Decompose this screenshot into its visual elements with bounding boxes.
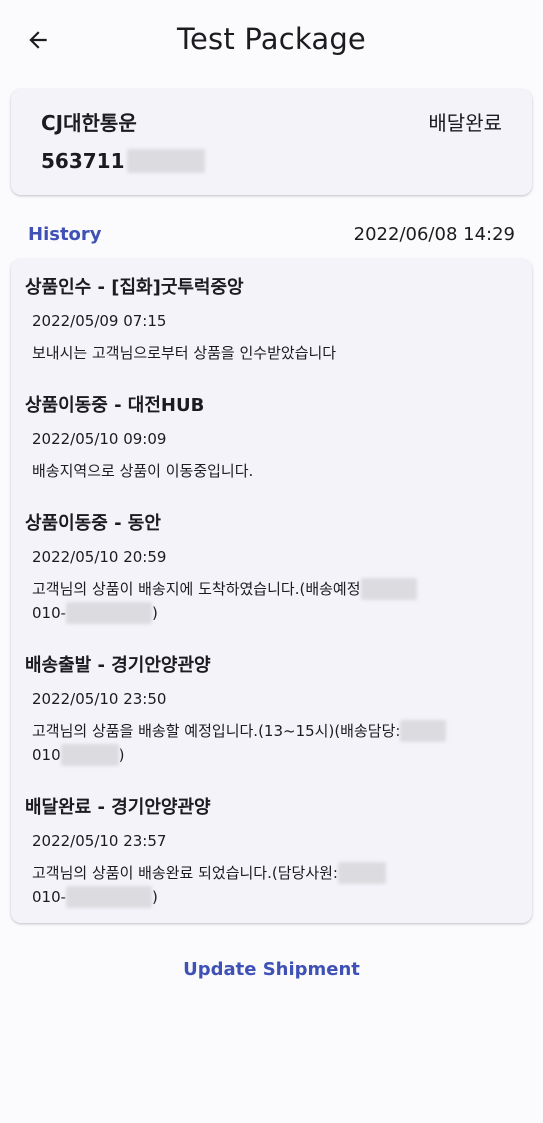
event-description: 고객님의 상품이 배송완료 되었습니다.(담당사원: 010- )	[32, 861, 518, 909]
redacted-text	[337, 862, 386, 884]
tracking-number: 563711	[41, 149, 125, 173]
carrier-name: CJ대한통운	[41, 111, 137, 135]
event-time: 2022/05/09 07:15	[32, 312, 167, 330]
event-description-text: 고객님의 상품이 배송완료 되었습니다.(담당사원:	[32, 864, 338, 882]
carrier-card: CJ대한통운 배달완료 563711	[11, 89, 532, 195]
delivery-status: 배달완료	[428, 111, 502, 135]
event-phone-prefix: 010	[32, 746, 61, 764]
event-time: 2022/05/10 23:57	[32, 832, 167, 850]
event-phone-prefix: 010-	[32, 604, 67, 622]
page-title: Test Package	[177, 22, 366, 56]
event-description: 고객님의 상품을 배송할 예정입니다.(13~15시)(배송담당: 010 )	[32, 719, 518, 767]
event-description-text: 고객님의 상품을 배송할 예정입니다.(13~15시)(배송담당:	[32, 722, 401, 740]
event-description-text: 고객님의 상품이 배송지에 도착하였습니다.(배송예정	[32, 580, 361, 598]
event-description-text: 배송지역으로 상품이 이동중입니다.	[32, 462, 254, 480]
arrow-left-icon	[29, 31, 47, 49]
history-card: 상품인수 - [집화]굿투럭중앙 2022/05/09 07:15 보내시는 고…	[11, 259, 532, 923]
event-time: 2022/05/10 20:59	[32, 548, 167, 566]
event-description: 고객님의 상품이 배송지에 도착하였습니다.(배송예정 010- )	[32, 577, 518, 625]
redacted-text	[400, 720, 447, 742]
history-event: 배송출발 - 경기안양관양 2022/05/10 23:50 고객님의 상품을 …	[11, 653, 532, 767]
event-title: 상품이동중 - 동안	[25, 513, 161, 534]
event-title: 배달완료 - 경기안양관양	[25, 797, 211, 818]
event-description-text: 보내시는 고객님으로부터 상품을 인수받았습니다	[32, 344, 337, 362]
redacted-text	[360, 578, 417, 600]
event-title: 상품인수 - [집화]굿투럭중앙	[25, 277, 244, 298]
history-event: 상품이동중 - 동안 2022/05/10 20:59 고객님의 상품이 배송지…	[11, 511, 532, 625]
event-time: 2022/05/10 23:50	[32, 690, 167, 708]
history-event: 상품이동중 - 대전HUB 2022/05/10 09:09 배송지역으로 상품…	[11, 393, 532, 483]
redacted-tracking-digits	[126, 149, 205, 173]
history-event: 상품인수 - [집화]굿투럭중앙 2022/05/09 07:15 보내시는 고…	[11, 275, 532, 365]
event-phone-suffix: )	[118, 746, 125, 764]
event-phone-suffix: )	[152, 604, 158, 622]
history-label: History	[28, 223, 102, 245]
event-phone-prefix: 010-	[32, 888, 67, 906]
tracking-number-row: 563711	[41, 149, 205, 173]
redacted-phone	[66, 602, 153, 624]
update-shipment-button[interactable]: Update Shipment	[183, 959, 360, 980]
redacted-phone	[60, 744, 119, 766]
app-bar: Test Package	[0, 0, 543, 78]
history-header: History 2022/06/08 14:29	[28, 221, 515, 247]
event-description: 보내시는 고객님으로부터 상품을 인수받았습니다	[32, 341, 518, 365]
event-phone-suffix: )	[152, 888, 158, 906]
event-description: 배송지역으로 상품이 이동중입니다.	[32, 459, 518, 483]
back-button[interactable]	[20, 22, 56, 58]
event-title: 배송출발 - 경기안양관양	[25, 655, 211, 676]
event-time: 2022/05/10 09:09	[32, 430, 167, 448]
redacted-phone	[66, 886, 153, 908]
history-event: 배달완료 - 경기안양관양 2022/05/10 23:57 고객님의 상품이 …	[11, 795, 532, 909]
history-last-updated: 2022/06/08 14:29	[353, 223, 515, 245]
event-title: 상품이동중 - 대전HUB	[25, 395, 205, 416]
